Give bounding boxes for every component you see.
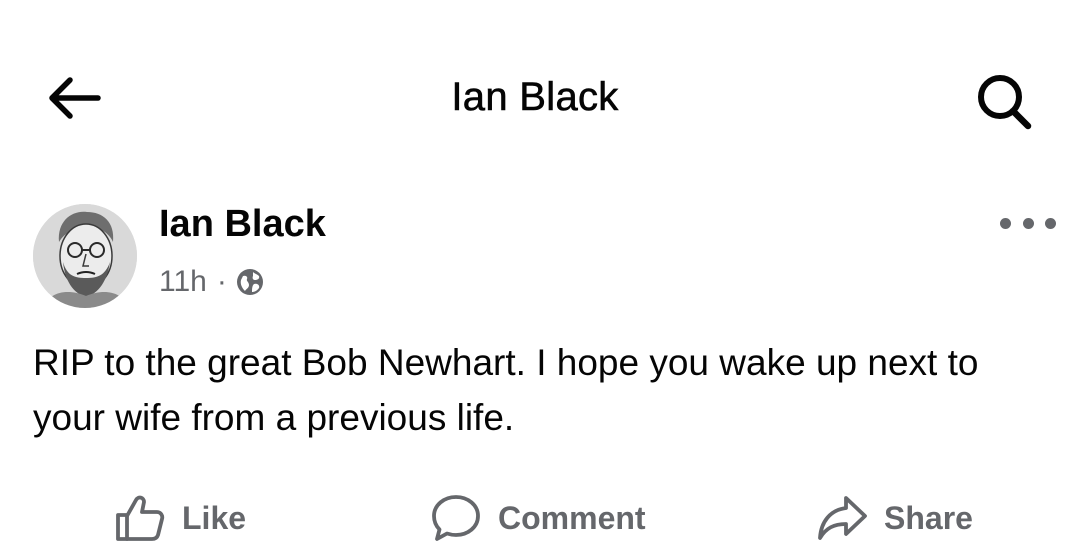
comment-bubble-icon (432, 495, 480, 541)
more-dot (1022, 217, 1034, 229)
like-label: Like (182, 499, 247, 536)
globe-icon (236, 269, 263, 295)
share-arrow-icon (818, 496, 867, 540)
comment-button[interactable]: Comment (430, 488, 646, 548)
like-button[interactable]: Like (114, 488, 246, 548)
more-dot (1045, 217, 1056, 229)
share-button[interactable]: Share (816, 488, 973, 548)
avatar[interactable] (33, 204, 137, 308)
page-title: Ian Black (451, 75, 619, 120)
search-button[interactable] (972, 69, 1036, 133)
top-bar: Ian Black (0, 55, 1070, 139)
meta-separator: · (216, 265, 227, 298)
more-horizontal-icon (1000, 217, 1011, 229)
more-options-button[interactable] (1000, 208, 1056, 238)
post-view: Ian Black Ian Black 11h · RIP to the gre… (0, 0, 1070, 560)
comment-label: Comment (498, 499, 646, 536)
sketch-portrait-image (33, 204, 137, 308)
search-icon (978, 75, 1032, 130)
share-label: Share (884, 499, 973, 536)
post-text: RIP to the great Bob Newhart. I hope you… (33, 342, 979, 438)
thumbs-up-icon (116, 495, 165, 541)
author-name[interactable]: Ian Black (159, 203, 326, 246)
action-bar: Like Comment Share (0, 488, 1070, 548)
post-time[interactable]: 11h (159, 265, 207, 299)
post-meta: 11h · (159, 262, 265, 302)
